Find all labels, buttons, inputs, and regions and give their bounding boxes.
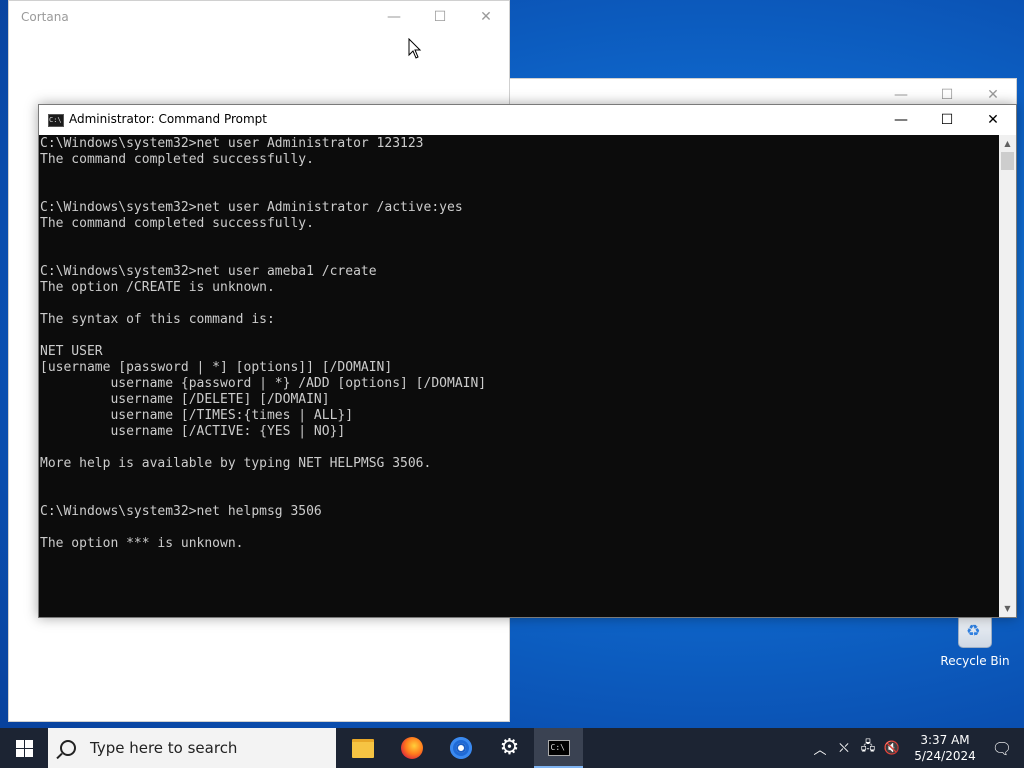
cmd-icon: C:\ [547,740,570,756]
taskbar: Type here to search ⚙ C:\ ︿ ⛌ 🖧 🔇 3:37 A… [0,728,1024,768]
console-line: The option *** is unknown. [40,536,244,551]
folder-icon [351,738,374,758]
console-line: username {password | *} /ADD [options] [… [40,376,487,391]
scroll-down-arrow-icon[interactable]: ▼ [999,600,1016,617]
taskbar-app-chrome[interactable] [436,728,485,768]
vertical-scrollbar[interactable]: ▲ ▼ [999,135,1016,617]
taskbar-app-file-explorer[interactable] [338,728,387,768]
recycle-bin[interactable]: ♻ Recycle Bin [938,609,1012,668]
firefox-icon [400,737,423,759]
console-line: C:\Windows\system32>net helpmsg 3506 [40,504,322,519]
console-line: C:\Windows\system32>net user ameba1 /cre… [40,264,377,279]
gear-icon: ⚙ [499,735,520,760]
taskbar-search-box[interactable]: Type here to search [48,728,336,768]
taskbar-app-firefox[interactable] [387,728,436,768]
console-line: [username [password | *] [options]] [/DO… [40,360,393,375]
console-line: C:\Windows\system32>net user Administrat… [40,200,463,215]
console-prompt: C:\Windows\system32> [40,616,197,617]
network-icon[interactable]: 🖧 [856,728,880,768]
console-line: The command completed successfully. [40,216,314,231]
mouse-pointer-icon [408,38,422,59]
console-line: More help is available by typing NET HEL… [40,456,432,471]
close-button[interactable]: ✕ [463,1,509,33]
window-title: Administrator: Command Prompt [69,112,267,126]
recycle-bin-label: Recycle Bin [940,654,1010,668]
console-output[interactable]: C:\Windows\system32>net user Administrat… [39,135,999,617]
windows-logo-icon [15,739,33,757]
minimize-button[interactable]: — [878,105,924,135]
scroll-up-arrow-icon[interactable]: ▲ [999,135,1016,152]
window-title: Cortana [21,10,69,24]
notification-center-icon[interactable]: 🗨 [980,739,1024,758]
console-line: username [/DELETE] [/DOMAIN] [40,392,330,407]
taskbar-clock[interactable]: 3:37 AM 5/24/2024 [910,732,980,764]
clock-time: 3:37 AM [920,733,970,747]
minimize-button[interactable]: — [371,1,417,33]
clock-date: 5/24/2024 [914,749,976,763]
taskbar-app-settings[interactable]: ⚙ [485,728,534,768]
console-line: The syntax of this command is: [40,312,275,327]
search-placeholder: Type here to search [90,739,238,757]
close-button[interactable]: ✕ [970,105,1016,135]
scroll-thumb[interactable] [1001,152,1014,170]
network-disconnected-icon[interactable]: ⛌ [832,728,856,768]
console-line: C:\Windows\system32>net user Administrat… [40,136,424,151]
console-line: username [/ACTIVE: {YES | NO}] [40,424,346,439]
maximize-button[interactable]: ☐ [924,105,970,135]
maximize-button[interactable]: ☐ [417,1,463,33]
console-prompt-line[interactable]: C:\Windows\system32> [40,616,486,617]
volume-muted-icon[interactable]: 🔇 [880,728,904,768]
search-icon [60,740,76,756]
start-button[interactable] [0,728,48,768]
console-line: NET USER [40,344,103,359]
console-line: The option /CREATE is unknown. [40,280,275,295]
system-tray: ︿ ⛌ 🖧 🔇 3:37 AM 5/24/2024 🗨 [808,728,1024,768]
console-lines: C:\Windows\system32>net user Administrat… [40,136,486,617]
show-hidden-icons-chevron-icon[interactable]: ︿ [808,728,832,768]
command-prompt-window[interactable]: C:\ Administrator: Command Prompt — ☐ ✕ … [38,104,1017,618]
title-bar[interactable]: C:\ Administrator: Command Prompt — ☐ ✕ [39,105,1016,135]
taskbar-app-command-prompt[interactable]: C:\ [534,728,583,768]
cmd-icon: C:\ [48,114,64,127]
console-line: username [/TIMES:{times | ALL}] [40,408,354,423]
console-line: The command completed successfully. [40,152,314,167]
chrome-icon [449,737,472,759]
